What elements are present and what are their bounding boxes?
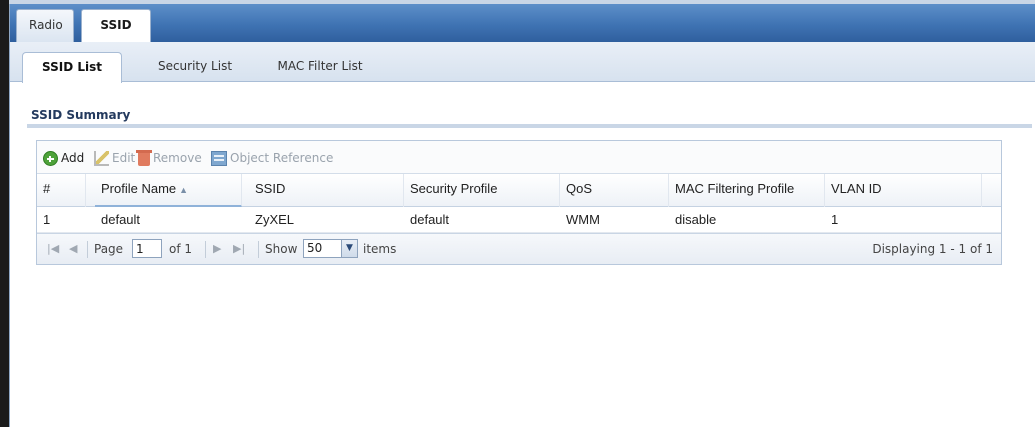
table-row[interactable]: 1 default ZyXEL default WMM disable 1 [37,207,1001,233]
show-label: Show [265,242,298,256]
tab-radio[interactable]: Radio [16,9,74,42]
tab-security-list[interactable]: Security List [140,52,250,83]
table-header: # Profile Name ▲ SSID Security Profile Qo… [37,173,1001,207]
top-tab-bar: Radio SSID [10,4,1035,43]
cell-vlan-id: 1 [831,212,839,227]
column-header-mac-filtering-profile[interactable]: MAC Filtering Profile [669,174,825,207]
page-label: Page [94,242,124,256]
cell-profile-name: default [101,212,141,227]
last-page-icon[interactable]: ▶| [233,242,245,255]
remove-button[interactable]: Remove [136,149,202,167]
sub-tab-bar: SSID List Security List MAC Filter List [10,42,1035,83]
cell-index: 1 [43,212,51,227]
object-reference-icon [211,150,227,166]
edit-icon [94,150,109,166]
tab-ssid-list[interactable]: SSID List [22,52,122,83]
ssid-grid: Add Edit Remove Object Reference # Profi… [36,140,1002,265]
section-divider [27,124,1032,128]
next-page-icon[interactable]: ▶ [213,242,221,255]
trash-icon [136,149,152,166]
previous-page-icon[interactable]: ◀ [69,242,77,255]
sort-ascending-icon: ▲ [179,185,189,195]
edit-button[interactable]: Edit [94,149,135,167]
column-header-qos[interactable]: QoS [560,174,669,207]
grid-toolbar: Add Edit Remove Object Reference [37,141,1001,173]
section-title: SSID Summary [31,108,131,122]
column-header-ssid[interactable]: SSID [249,174,404,207]
pagination-bar: |◀ ◀ Page of 1 ▶ ▶| Show 50 ▼ items Disp… [37,233,1001,264]
add-icon [43,150,58,166]
tab-mac-filter-list[interactable]: MAC Filter List [265,52,375,83]
page-size-select[interactable]: 50 ▼ [303,239,358,258]
column-header-profile-name[interactable]: Profile Name ▲ [95,174,242,207]
window-edge [0,0,9,427]
cell-security-profile: default [410,212,450,227]
pager-separator [205,241,206,258]
items-label: items [363,242,397,256]
column-header-security-profile[interactable]: Security Profile [404,174,560,207]
page-size-value: 50 [307,241,323,255]
edit-label: Edit [112,151,136,165]
cell-mac-filtering-profile: disable [675,212,717,227]
page-total-label: of 1 [169,242,193,256]
displaying-count: Displaying 1 - 1 of 1 [872,242,993,256]
object-reference-button[interactable]: Object Reference [211,149,333,167]
pager-separator [87,241,88,258]
add-label: Add [61,151,85,165]
column-header-vlan-id[interactable]: VLAN ID [825,174,982,207]
tab-ssid[interactable]: SSID [81,9,151,43]
remove-label: Remove [153,151,202,165]
page-number-input[interactable] [132,239,162,258]
column-header-index[interactable]: # [37,174,86,207]
chevron-down-icon: ▼ [341,240,357,257]
cell-qos: WMM [566,212,600,227]
add-button[interactable]: Add [43,149,84,167]
main-frame: Radio SSID SSID List Security List MAC F… [9,4,1035,427]
first-page-icon[interactable]: |◀ [47,242,59,255]
pager-separator [258,241,259,258]
cell-ssid: ZyXEL [255,212,295,227]
object-reference-label: Object Reference [230,151,334,165]
column-header-profile-name-label: Profile Name [101,181,177,196]
